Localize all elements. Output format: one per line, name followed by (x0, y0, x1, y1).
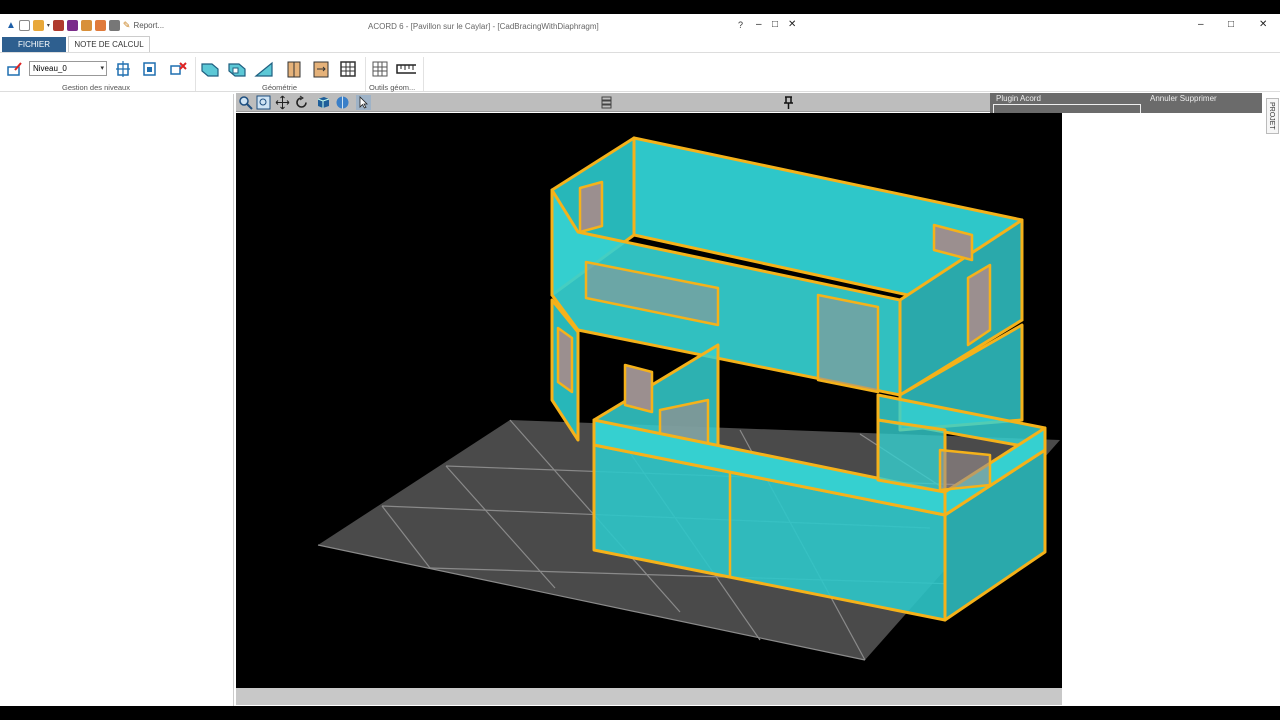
pan-icon[interactable] (275, 95, 290, 110)
split-icon (313, 61, 329, 78)
upper-window-5 (966, 263, 992, 347)
panel-tool-button[interactable] (284, 59, 304, 79)
wall-opening-button[interactable] (227, 59, 247, 79)
slope-tool-button[interactable] (254, 59, 274, 79)
app-minimize-button[interactable]: – (1198, 19, 1204, 30)
projet-tab-label: PROJET (1268, 102, 1275, 130)
app-close-button[interactable]: ✕ (1259, 19, 1267, 30)
app-window: ▲ ▾ ✎ Report... ACORD 6 - [Pavillon sur … (0, 14, 1280, 706)
new-file-icon[interactable] (18, 19, 30, 31)
export-icon[interactable] (94, 19, 106, 31)
rotate-icon[interactable] (294, 95, 309, 110)
report-pencil-icon: ✎ (122, 19, 131, 30)
title-bar: ▲ ▾ ✎ Report... ACORD 6 - [Pavillon sur … (0, 14, 1280, 36)
3d-model-scene[interactable] (236, 113, 1062, 688)
comment-icon[interactable] (80, 19, 92, 31)
open-folder-icon[interactable] (32, 19, 44, 31)
level-edit-button[interactable] (5, 59, 25, 79)
group-label-gestion-niveaux: Gestion des niveaux (62, 83, 130, 92)
projet-side-tab[interactable]: PROJET (1266, 98, 1279, 134)
bracing-icon (340, 61, 356, 77)
render-sphere-icon[interactable] (335, 95, 350, 110)
chevron-down-icon: ▾ (100, 65, 104, 72)
delete-level-icon (170, 62, 187, 75)
save-icon[interactable] (52, 19, 64, 31)
level-select-value: Niveau_0 (33, 64, 67, 73)
ribbon: Niveau_0 ▾ Gestion des niveaux Géométrie… (0, 52, 1280, 92)
level-below-icon (143, 62, 156, 76)
level-select[interactable]: Niveau_0 ▾ (29, 61, 107, 76)
group-label-outils-geom: Outils géom... (369, 83, 416, 92)
quick-access-toolbar: ▲ ▾ ✎ Report... (6, 19, 164, 31)
zoom-window-icon[interactable] (256, 95, 271, 110)
tab-fichier[interactable]: FICHIER (2, 37, 66, 52)
lower-door (623, 363, 654, 414)
lower-window-left (556, 326, 574, 394)
report-button[interactable]: Report... (133, 21, 164, 30)
left-panel (0, 94, 234, 706)
bracing-tool-button[interactable] (338, 59, 358, 79)
doc-minimize-button[interactable]: – (756, 19, 762, 30)
ribbon-tabs: FICHIER NOTE DE CALCUL (0, 36, 800, 52)
3d-viewport[interactable] (236, 113, 1062, 688)
zoom-icon[interactable] (238, 95, 253, 110)
add-level-below-button[interactable] (140, 59, 160, 79)
viewport-scrollbar[interactable] (236, 688, 1062, 705)
upper-window-2 (816, 293, 880, 394)
dropdown-arrow-icon[interactable]: ▾ (47, 22, 50, 29)
annuler-supprimer-label: Annuler Supprimer (1150, 94, 1217, 103)
group-divider (365, 57, 366, 91)
delete-level-button[interactable] (168, 59, 188, 79)
app-maximize-button[interactable]: □ (1228, 19, 1234, 30)
help-button[interactable]: ? (738, 20, 743, 30)
level-edit-icon (7, 62, 22, 76)
ruler-icon (396, 64, 416, 74)
doc-close-button[interactable]: ✕ (788, 19, 796, 30)
viewport-toolbar (236, 93, 990, 112)
wall-tool-button[interactable] (200, 59, 220, 79)
grid-tool-button[interactable] (370, 59, 390, 79)
split-tool-button[interactable] (311, 59, 331, 79)
group-divider (423, 57, 424, 91)
group-label-geometrie: Géométrie (262, 83, 298, 92)
plugin-acord-panel (993, 104, 1141, 113)
layers-icon[interactable] (600, 95, 615, 110)
save-as-icon[interactable] (66, 19, 78, 31)
select-pointer-icon[interactable] (356, 95, 371, 110)
grid-icon (372, 61, 388, 77)
group-divider (195, 57, 196, 91)
wall-opening-icon (228, 63, 246, 77)
lower-inner-partition (876, 418, 947, 494)
panel-icon (287, 61, 301, 78)
doc-maximize-button[interactable]: □ (772, 19, 778, 30)
wall-icon (201, 63, 219, 77)
view-cube-icon[interactable] (316, 95, 331, 110)
lower-window-right (938, 448, 992, 492)
plugin-acord-label: Plugin Acord (996, 94, 1041, 103)
print-icon[interactable] (108, 19, 120, 31)
measure-tool-button[interactable] (396, 59, 416, 79)
upper-floor (550, 136, 1024, 397)
tab-note-de-calcul[interactable]: NOTE DE CALCUL (68, 36, 150, 52)
add-level-above-button[interactable] (113, 59, 133, 79)
window-title: ACORD 6 - [Pavillon sur le Caylar] - [Ca… (368, 22, 599, 31)
pin-icon[interactable] (781, 95, 796, 110)
upper-window-3 (578, 180, 604, 234)
level-above-icon (116, 61, 130, 77)
slope-icon (254, 61, 273, 77)
acord-logo-icon: ▲ (6, 19, 16, 31)
